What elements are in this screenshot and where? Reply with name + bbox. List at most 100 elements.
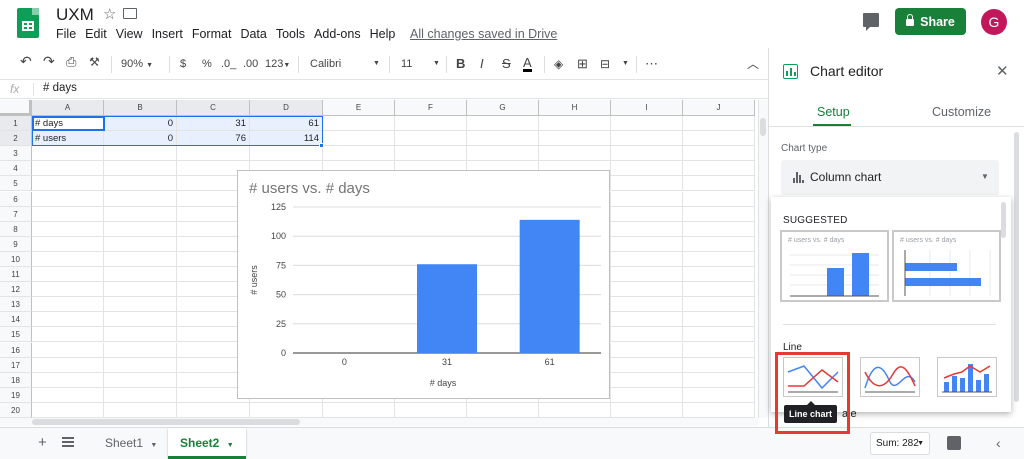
column-header[interactable]: G [467,100,539,116]
grid-cell[interactable] [467,131,539,147]
merge-cells-icon[interactable]: ⊟ [600,56,610,72]
redo-icon[interactable]: ↷ [43,53,55,69]
grid-cell[interactable] [32,342,104,358]
menu-edit[interactable]: Edit [85,27,107,41]
grid-cell[interactable] [395,116,467,132]
text-color-button[interactable]: A [523,56,532,72]
grid-cell[interactable] [104,357,177,373]
font-select[interactable]: Calibri [310,56,341,72]
grid-cell[interactable] [104,402,177,418]
grid-cell[interactable] [611,342,683,358]
grid-cell[interactable] [683,251,755,267]
grid-cell[interactable] [104,372,177,388]
grid-cell[interactable] [32,357,104,373]
row-header[interactable]: 9 [0,236,32,252]
grid-cell[interactable] [611,357,683,373]
grid-cell[interactable] [683,191,755,207]
grid-cell[interactable] [611,176,683,192]
grid-cell[interactable] [32,372,104,388]
grid-cell[interactable] [104,282,177,298]
grid-cell[interactable] [323,146,395,162]
zoom-select[interactable]: 90% ▼ [121,56,153,72]
dropdown-scrollbar[interactable] [1001,202,1006,238]
grid-cell[interactable] [32,267,104,283]
column-header[interactable]: I [611,100,683,116]
menu-insert[interactable]: Insert [152,27,183,41]
row-header[interactable]: 18 [0,372,32,388]
row-header[interactable]: 6 [0,191,32,207]
sheet-tab-sheet2[interactable]: Sheet2 ▼ [168,428,246,459]
grid-cell[interactable] [683,116,755,132]
grid-cell[interactable] [467,116,539,132]
grid-cell[interactable] [395,402,467,418]
move-folder-icon[interactable] [123,8,137,19]
column-header[interactable]: J [683,100,755,116]
row-header[interactable]: 11 [0,267,32,283]
print-icon[interactable]: ⎙ [66,54,76,70]
paint-format-icon[interactable]: ⚒ [89,54,100,70]
grid-cell[interactable] [611,221,683,237]
grid-cell[interactable] [104,176,177,192]
select-all-corner[interactable] [0,100,32,116]
grid-cell[interactable] [683,206,755,222]
grid-cell[interactable] [32,191,104,207]
fill-color-icon[interactable]: ◈ [554,56,563,72]
grid-cell[interactable] [683,357,755,373]
close-icon[interactable]: ✕ [996,62,1009,80]
grid-cell[interactable] [683,267,755,283]
grid-cell[interactable] [683,236,755,252]
grid-cell[interactable] [611,206,683,222]
sheet-tab-sheet1[interactable]: Sheet1 ▼ [93,428,169,459]
grid-cell[interactable] [611,161,683,177]
grid-cell[interactable] [32,387,104,403]
grid-cell[interactable] [611,297,683,313]
menu-format[interactable]: Format [192,27,232,41]
grid-cell[interactable] [611,327,683,343]
grid-cell[interactable] [611,372,683,388]
column-header[interactable]: B [104,100,177,116]
font-size-dropdown-icon[interactable]: ▼ [433,56,440,72]
undo-icon[interactable]: ↶ [20,53,32,69]
grid-cell[interactable] [611,312,683,328]
grid-cell[interactable] [104,206,177,222]
currency-format-button[interactable]: $ [180,56,186,72]
grid-cell[interactable] [467,402,539,418]
grid-cell[interactable] [683,372,755,388]
bold-button[interactable]: B [456,56,465,72]
row-header[interactable]: 10 [0,251,32,267]
grid-cell[interactable] [395,146,467,162]
grid-cell[interactable] [539,116,611,132]
row-header[interactable]: 7 [0,206,32,222]
grid-cell[interactable] [683,402,755,418]
font-size-select[interactable]: 11 [401,56,412,72]
grid-cell[interactable] [32,282,104,298]
grid-cell[interactable] [32,312,104,328]
grid-cell[interactable] [104,312,177,328]
add-sheet-button[interactable]: + [38,434,47,451]
grid-cell[interactable] [104,267,177,283]
share-button[interactable]: Share [895,8,966,35]
grid-cell[interactable] [611,267,683,283]
grid-cell[interactable] [104,297,177,313]
account-avatar[interactable]: G [981,9,1007,35]
grid-cell[interactable] [104,342,177,358]
grid-cell[interactable] [104,146,177,162]
row-header[interactable]: 19 [0,387,32,403]
menu-help[interactable]: Help [370,27,396,41]
column-header[interactable]: A [32,100,104,116]
grid-cell[interactable] [611,282,683,298]
suggested-bar-chart-option[interactable]: # users vs. # days [892,230,1001,302]
vertical-scroll-thumb[interactable] [760,118,766,136]
grid-cell[interactable] [611,116,683,132]
grid-cell[interactable] [323,116,395,132]
collapse-toolbar-icon[interactable]: ︿ [747,55,759,72]
row-header[interactable]: 5 [0,176,32,192]
grid-cell[interactable] [104,236,177,252]
row-header[interactable]: 8 [0,221,32,237]
grid-cell[interactable] [539,131,611,147]
more-options-icon[interactable]: ⋯ [645,56,658,72]
sheet-menu-icon[interactable]: ▼ [227,442,234,449]
row-header[interactable]: 3 [0,146,32,162]
grid-cell[interactable] [683,387,755,403]
grid-cell[interactable] [611,131,683,147]
